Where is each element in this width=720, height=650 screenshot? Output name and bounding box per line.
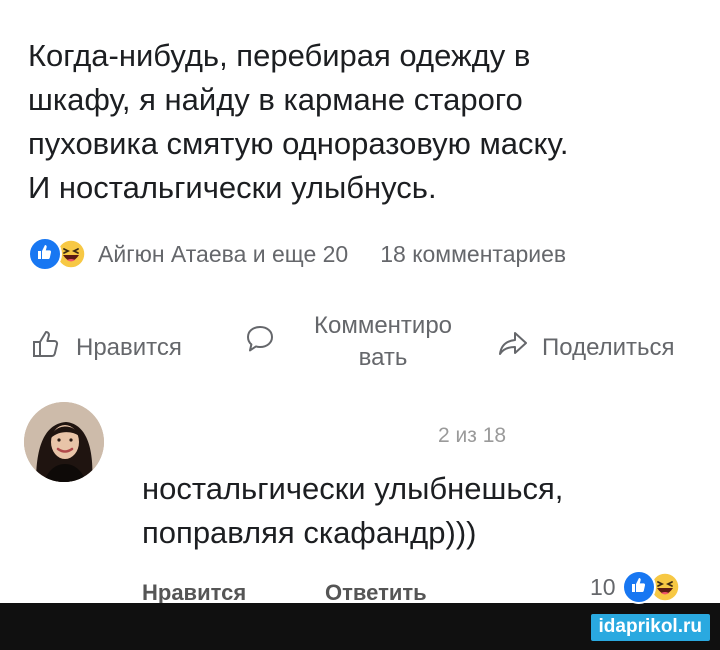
avatar[interactable]	[24, 402, 104, 482]
thumbs-up-icon	[30, 328, 64, 367]
like-reaction-icon	[28, 237, 62, 271]
like-button[interactable]: Нравится	[30, 328, 182, 367]
comment-text-line: поправляя скафандр)))	[142, 515, 477, 550]
like-reaction-icon	[621, 570, 656, 604]
share-label: Поделиться	[542, 333, 675, 361]
comment-position-label: 2 из 18	[438, 424, 507, 447]
post-text-line: пуховика смятую одноразовую маску.	[28, 126, 569, 161]
comment-reactions[interactable]: 10	[590, 570, 680, 604]
comment-reaction-count: 10	[590, 573, 616, 600]
comment-bubble-icon	[244, 323, 276, 362]
comment-text: ностальгически улыбнешься, поправляя ска…	[142, 467, 702, 555]
footer-bar: idaprikol.ru	[0, 603, 720, 650]
share-arrow-icon	[496, 328, 530, 367]
post-text-line: Когда-нибудь, перебирая одежду в	[28, 38, 531, 73]
post-reactions-summary[interactable]: Айгюн Атаева и еще 20 18 комментариев	[28, 236, 566, 272]
comment-label: Комментиро вать	[313, 312, 453, 371]
comment-button[interactable]: Комментиро вать	[244, 310, 478, 374]
reactors-text[interactable]: Айгюн Атаева и еще 20	[98, 241, 348, 268]
watermark: idaprikol.ru	[590, 614, 710, 641]
share-button[interactable]: Поделиться	[496, 328, 675, 367]
post-text-line: шкафу, я найду в кармане старого	[28, 82, 523, 117]
comment-text-line: ностальгически улыбнешься,	[142, 471, 564, 506]
comments-count[interactable]: 18 комментариев	[380, 241, 566, 268]
post-text-line: И ностальгически улыбнусь.	[28, 170, 437, 205]
post-text: Когда-нибудь, перебирая одежду в шкафу, …	[28, 34, 698, 210]
like-label: Нравится	[76, 333, 182, 361]
